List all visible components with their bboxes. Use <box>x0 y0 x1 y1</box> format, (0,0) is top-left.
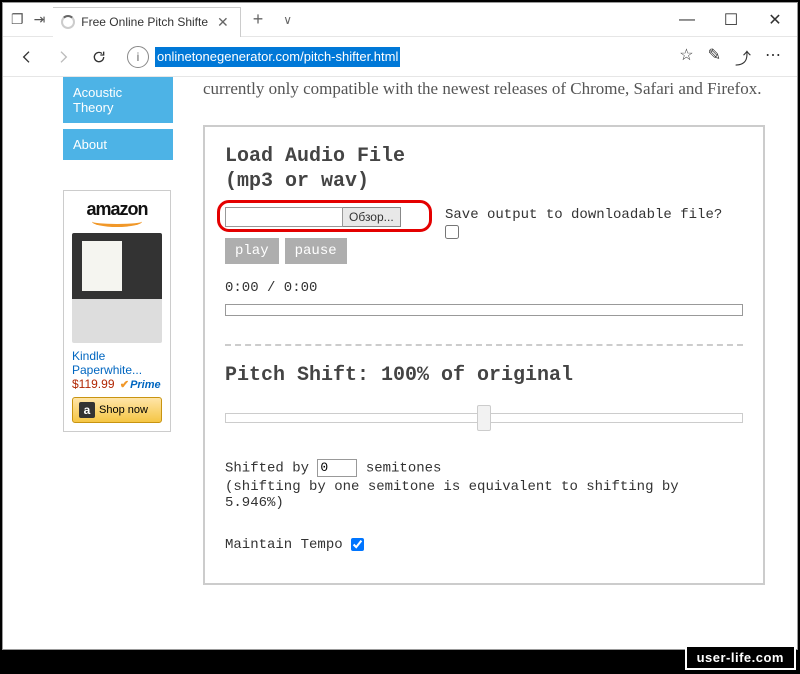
tab-aside-icon[interactable]: ⇥ <box>34 11 46 28</box>
tab-title: Free Online Pitch Shifte <box>81 15 208 29</box>
favorites-icon[interactable]: ☆ <box>679 45 693 69</box>
controls-panel: Load Audio File (mp3 or wav) Обзор... Sa… <box>203 125 765 585</box>
amazon-a-icon: a <box>79 402 95 418</box>
new-tab-button[interactable]: + <box>241 9 276 30</box>
tab-preview-icon[interactable]: ❐ <box>11 11 24 28</box>
prime-badge: Prime <box>120 378 161 391</box>
file-input[interactable]: Обзор... <box>225 207 401 227</box>
sidebar-item-acoustic-theory[interactable]: Acoustic Theory <box>63 77 173 123</box>
maximize-button[interactable]: ☐ <box>709 5 753 35</box>
sidebar: Acoustic Theory About amazon KindlePaper… <box>63 77 173 432</box>
share-icon[interactable]: ⤴ <box>735 45 751 69</box>
ad-price: $119.99 <box>72 377 115 391</box>
time-display: 0:00 / 0:00 <box>225 280 743 296</box>
ad-product-title: KindlePaperwhite... <box>72 349 162 377</box>
notes-icon[interactable]: ✎ <box>708 45 721 69</box>
play-button[interactable]: play <box>225 238 279 264</box>
watermark: user-life.com <box>685 645 796 670</box>
page-content: Acoustic Theory About amazon KindlePaper… <box>3 77 797 649</box>
title-bar: ❐ ⇥ Free Online Pitch Shifte ✕ + ∨ — ☐ ✕ <box>3 3 797 37</box>
address-bar[interactable]: i onlinetonegenerator.com/pitch-shifter.… <box>127 42 667 72</box>
amazon-logo: amazon <box>72 199 162 227</box>
close-tab-icon[interactable]: ✕ <box>214 14 232 31</box>
tempo-row: Maintain Tempo <box>225 537 743 553</box>
save-output-checkbox[interactable] <box>445 225 459 239</box>
url-text: onlinetonegenerator.com/pitch-shifter.ht… <box>155 47 400 67</box>
load-subheading: (mp3 or wav) <box>225 170 743 193</box>
tab-action-group: ❐ ⇥ <box>3 11 53 28</box>
save-output-checkbox-wrap <box>445 225 459 244</box>
file-path-field[interactable] <box>225 207 343 227</box>
main-column: currently only compatible with the newes… <box>203 77 765 585</box>
shop-now-button[interactable]: a Shop now <box>72 397 162 423</box>
tempo-label: Maintain Tempo <box>225 537 343 553</box>
playback-controls: play pause <box>225 238 743 264</box>
semitone-row: Shifted by semitones <box>225 459 743 477</box>
site-info-icon[interactable]: i <box>127 46 149 68</box>
forward-button[interactable] <box>47 41 79 73</box>
window-controls: — ☐ ✕ <box>665 5 797 35</box>
divider <box>225 344 743 346</box>
save-output-label: Save output to downloadable file? <box>445 207 722 223</box>
load-heading: Load Audio File <box>225 145 743 168</box>
toolbar-right: ☆ ✎ ⤴ ⋯ <box>679 45 789 69</box>
tab-menu-icon[interactable]: ∨ <box>275 13 300 27</box>
pitch-slider[interactable] <box>225 405 743 431</box>
kindle-image <box>72 233 162 343</box>
pitch-thumb[interactable] <box>477 405 491 431</box>
tempo-checkbox[interactable] <box>351 538 364 551</box>
refresh-button[interactable] <box>83 41 115 73</box>
back-button[interactable] <box>11 41 43 73</box>
progress-bar[interactable] <box>225 304 743 316</box>
sidebar-item-about[interactable]: About <box>63 129 173 160</box>
minimize-button[interactable]: — <box>665 5 709 35</box>
browse-button[interactable]: Обзор... <box>343 207 401 227</box>
pause-button[interactable]: pause <box>285 238 347 264</box>
amazon-ad[interactable]: amazon KindlePaperwhite... $119.99 Prime… <box>63 190 171 432</box>
more-icon[interactable]: ⋯ <box>765 45 781 69</box>
intro-text: currently only compatible with the newes… <box>203 77 765 101</box>
pitch-heading: Pitch Shift: 100% of original <box>225 364 743 387</box>
semitones-input[interactable] <box>317 459 357 477</box>
file-row: Обзор... Save output to downloadable fil… <box>225 207 743 232</box>
close-window-button[interactable]: ✕ <box>753 5 797 35</box>
nav-bar: i onlinetonegenerator.com/pitch-shifter.… <box>3 37 797 77</box>
loading-spinner-icon <box>61 15 75 29</box>
browser-tab[interactable]: Free Online Pitch Shifte ✕ <box>53 7 240 37</box>
semitone-note: (shifting by one semitone is equivalent … <box>225 479 743 511</box>
